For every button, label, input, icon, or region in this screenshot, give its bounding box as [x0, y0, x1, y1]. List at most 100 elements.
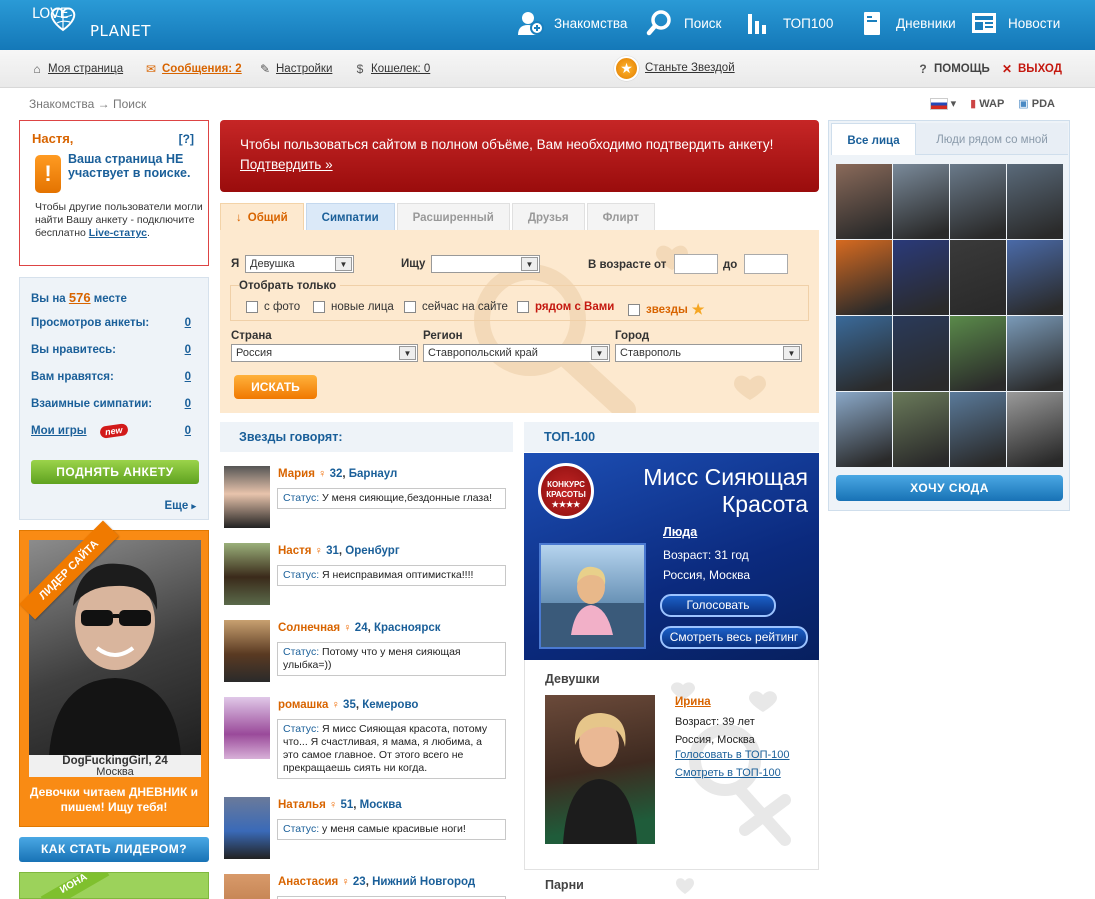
- region-leader-card[interactable]: ИОНА: [19, 872, 209, 899]
- face-thumbnail[interactable]: [1007, 240, 1063, 315]
- star-city[interactable]: Оренбург: [345, 545, 399, 557]
- stat-mutual[interactable]: Взаимные симпатии: 0: [31, 398, 191, 410]
- winner-photo[interactable]: [539, 543, 646, 649]
- checkbox[interactable]: [246, 301, 258, 313]
- my-page-link[interactable]: ⌂ Моя страница: [31, 62, 123, 76]
- filter-new-faces[interactable]: новые лица: [313, 301, 394, 313]
- nav-top100[interactable]: ТОП100: [745, 6, 833, 40]
- language-select[interactable]: ▾: [929, 97, 956, 111]
- winner-name[interactable]: Люда: [663, 525, 697, 539]
- face-thumbnail[interactable]: [1007, 316, 1063, 391]
- filter-with-photo[interactable]: с фото: [246, 301, 300, 313]
- star-name[interactable]: Мария: [278, 468, 315, 480]
- girl-name[interactable]: Ирина: [675, 696, 711, 708]
- stat-my-games-value[interactable]: 0: [185, 425, 191, 437]
- stat-views-value[interactable]: 0: [185, 317, 191, 329]
- face-thumbnail[interactable]: [893, 240, 949, 315]
- stat-views[interactable]: Просмотров анкеты: 0: [31, 317, 191, 329]
- face-thumbnail[interactable]: [836, 240, 892, 315]
- messages-link[interactable]: ✉ Сообщения: 2: [145, 62, 242, 76]
- star-city[interactable]: Красноярск: [374, 622, 441, 634]
- avatar[interactable]: [224, 466, 270, 528]
- stat-my-games[interactable]: Мои игры new 0: [31, 423, 191, 439]
- avatar[interactable]: [224, 697, 270, 759]
- settings-link[interactable]: ✎ Настройки: [259, 62, 332, 76]
- country-select[interactable]: Россия ▼: [231, 344, 418, 362]
- age-to-input[interactable]: [744, 254, 788, 274]
- face-thumbnail[interactable]: [950, 392, 1006, 467]
- stat-liked-by-value[interactable]: 0: [185, 344, 191, 356]
- stat-you-like-value[interactable]: 0: [185, 371, 191, 383]
- star-city[interactable]: Нижний Новгород: [372, 876, 475, 888]
- wallet-label[interactable]: Кошелек: 0: [371, 63, 430, 75]
- live-status-link[interactable]: Live-статус: [89, 227, 147, 239]
- avatar[interactable]: [224, 620, 270, 682]
- age-from-input[interactable]: [674, 254, 718, 274]
- wap-link[interactable]: ▮ WAP: [970, 97, 1004, 110]
- checkbox[interactable]: [313, 301, 325, 313]
- nav-search[interactable]: Поиск: [646, 6, 721, 40]
- region-select[interactable]: Ставропольский край ▼: [423, 344, 610, 362]
- vote-top100-link[interactable]: Голосовать в ТОП-100: [675, 749, 790, 761]
- tab-friends[interactable]: Друзья: [511, 203, 585, 231]
- star-city[interactable]: Барнаул: [349, 468, 398, 480]
- face-thumbnail[interactable]: [1007, 164, 1063, 239]
- stat-you-like[interactable]: Вам нравятся: 0: [31, 371, 191, 383]
- stat-mutual-value[interactable]: 0: [185, 398, 191, 410]
- star-name[interactable]: ромашка: [278, 699, 328, 711]
- want-here-button[interactable]: ХОЧУ СЮДА: [836, 475, 1063, 501]
- filter-nearby[interactable]: рядом с Вами: [517, 301, 614, 313]
- tab-sympathy[interactable]: Симпатии: [305, 203, 395, 231]
- face-thumbnail[interactable]: [836, 316, 892, 391]
- my-page-label[interactable]: Моя страница: [48, 63, 123, 75]
- stat-liked-by[interactable]: Вы нравитесь: 0: [31, 344, 191, 356]
- top100-title[interactable]: ТОП-100: [524, 422, 819, 452]
- tab-people-nearby[interactable]: Люди рядом со мной: [916, 123, 1068, 155]
- face-thumbnail[interactable]: [1007, 392, 1063, 467]
- raise-profile-button[interactable]: ПОДНЯТЬ АНКЕТУ: [31, 460, 199, 484]
- city-select[interactable]: Ставрополь ▼: [615, 344, 802, 362]
- help-bracket-link[interactable]: [?]: [179, 132, 194, 146]
- more-link[interactable]: Еще ▸: [164, 500, 196, 512]
- become-star-link[interactable]: Станьте Звездой: [645, 62, 735, 74]
- pda-link[interactable]: ▣ PDA: [1018, 97, 1055, 110]
- girl-photo[interactable]: [545, 695, 655, 844]
- face-thumbnail[interactable]: [836, 392, 892, 467]
- star-city[interactable]: Москва: [360, 799, 402, 811]
- star-name[interactable]: Наталья: [278, 799, 326, 811]
- filter-online[interactable]: сейчас на сайте: [404, 301, 508, 313]
- face-thumbnail[interactable]: [893, 392, 949, 467]
- site-leader-card[interactable]: DogFuckingGirl, 24 Москва ЛИДЕР САЙТА Де…: [19, 520, 209, 827]
- face-thumbnail[interactable]: [836, 164, 892, 239]
- avatar[interactable]: [224, 543, 270, 605]
- wallet-link[interactable]: $ Кошелек: 0: [354, 62, 431, 76]
- face-thumbnail[interactable]: [950, 316, 1006, 391]
- seek-select[interactable]: ▼: [431, 255, 540, 273]
- breadcrumb-root[interactable]: Знакомства: [29, 97, 94, 111]
- face-thumbnail[interactable]: [893, 316, 949, 391]
- nav-dating[interactable]: Знакомства: [516, 6, 627, 40]
- star-icon[interactable]: ★: [614, 56, 639, 81]
- confirm-link[interactable]: Подтвердить »: [240, 157, 333, 172]
- help-link[interactable]: ? ПОМОЩЬ: [917, 62, 989, 76]
- messages-label[interactable]: Сообщения: 2: [162, 63, 242, 75]
- search-button[interactable]: ИСКАТЬ: [234, 375, 317, 399]
- star-name[interactable]: Солнечная: [278, 622, 340, 634]
- checkbox[interactable]: [404, 301, 416, 313]
- checkbox[interactable]: [628, 303, 640, 316]
- view-rating-button[interactable]: Смотреть весь рейтинг: [660, 626, 808, 649]
- tab-general[interactable]: ↓ Общий: [220, 203, 304, 231]
- star-city[interactable]: Кемерово: [362, 699, 418, 711]
- nav-news[interactable]: Новости: [970, 6, 1060, 40]
- avatar[interactable]: [224, 797, 270, 859]
- stat-my-games-label[interactable]: Мои игры: [31, 425, 87, 437]
- settings-label[interactable]: Настройки: [276, 63, 332, 75]
- view-top100-link[interactable]: Смотреть в ТОП-100: [675, 767, 781, 779]
- become-star-label[interactable]: Станьте Звездой: [645, 62, 735, 74]
- exit-link[interactable]: ✕ ВЫХОД: [1001, 62, 1062, 76]
- checkbox[interactable]: [517, 301, 529, 313]
- filter-stars[interactable]: звезды ★: [628, 301, 704, 318]
- tab-extended[interactable]: Расширенный: [396, 203, 510, 231]
- i-select[interactable]: Девушка ▼: [245, 255, 354, 273]
- star-name[interactable]: Анастасия: [278, 876, 338, 888]
